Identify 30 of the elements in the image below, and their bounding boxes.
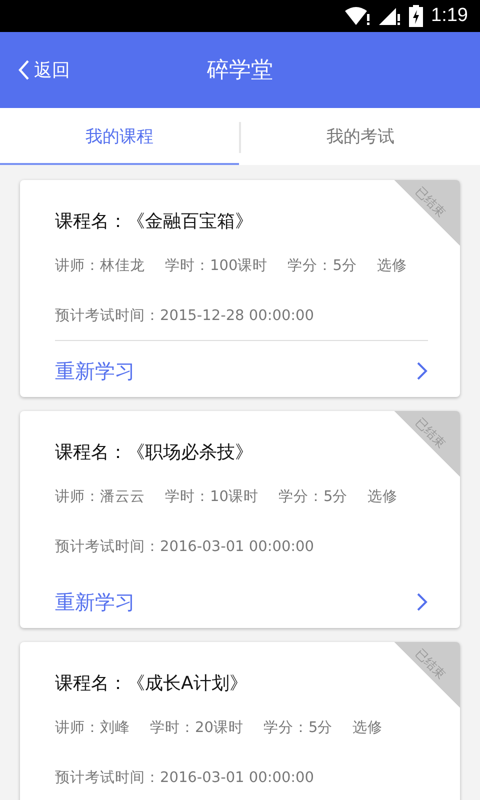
hours-label: 学时：20课时 [150, 719, 244, 738]
hours-label: 学时：100课时 [165, 257, 268, 276]
chevron-right-icon [416, 361, 428, 381]
course-type: 选修 [352, 719, 383, 738]
exam-time: 预计考试时间：2016-03-01 00:00:00 [55, 770, 314, 786]
battery-icon [409, 5, 424, 27]
chevron-left-icon [18, 59, 30, 81]
credits-label: 学分：5分 [288, 257, 357, 276]
credits-label: 学分：5分 [278, 488, 348, 507]
wifi-icon [345, 6, 372, 26]
course-type: 选修 [368, 488, 398, 507]
course-title: 课程名：《职场必杀技》 [55, 442, 253, 463]
credits-label: 学分：5分 [263, 719, 333, 738]
status-time: 1:19 [431, 5, 468, 27]
back-button[interactable]: 返回 [18, 58, 70, 82]
chevron-right-icon [416, 592, 428, 612]
relearn-button[interactable]: 重新学习 [55, 576, 428, 628]
signal-icon [379, 6, 402, 26]
hours-label: 学时：10课时 [165, 488, 258, 507]
tab[interactable]: 我的考试 [241, 108, 480, 165]
relearn-button[interactable]: 重新学习 [55, 345, 428, 397]
teacher-label: 讲师：林佳龙 [55, 257, 145, 276]
course-title: 课程名：《成长A计划》 [55, 673, 248, 694]
exam-time: 预计考试时间：2016-03-01 00:00:00 [55, 539, 314, 555]
teacher-label: 讲师：潘云云 [55, 488, 145, 507]
course-type: 选修 [376, 257, 407, 276]
teacher-label: 讲师：刘峰 [55, 718, 130, 738]
course-title: 课程名：《金融百宝箱》 [55, 211, 253, 232]
exam-time: 预计考试时间：2015-12-28 00:00:00 [55, 308, 314, 324]
page-title: 碎学堂 [207, 58, 273, 83]
